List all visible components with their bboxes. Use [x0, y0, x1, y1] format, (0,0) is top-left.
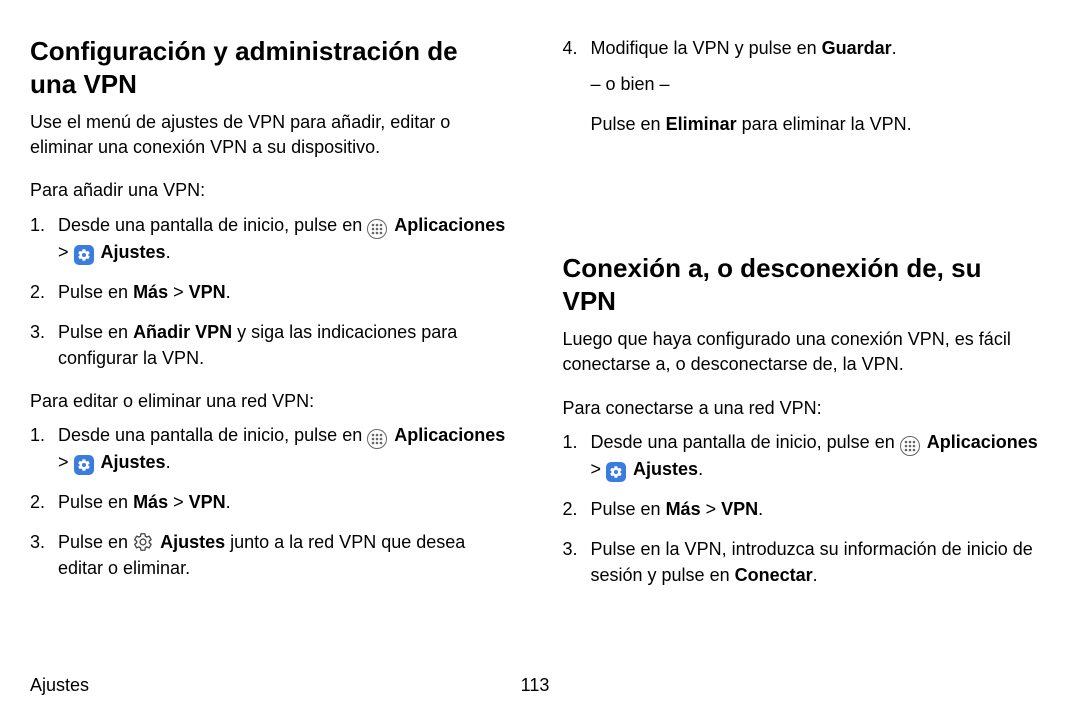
settings-icon — [74, 455, 94, 475]
delete-option: Pulse en Eliminar para eliminar la VPN. — [591, 111, 1041, 137]
left-column: Configuración y administración de una VP… — [30, 35, 508, 602]
page-footer: Ajustes 113 — [30, 675, 1040, 696]
list-item: Pulse en Más > VPN. — [30, 279, 508, 305]
list-item: Pulse en Más > VPN. — [30, 489, 508, 515]
apps-icon — [367, 429, 387, 449]
config-intro: Use el menú de ajustes de VPN para añadi… — [30, 110, 508, 160]
alt-option: – o bien – — [591, 71, 1041, 97]
list-item: Pulse en Añadir VPN y siga las indicacio… — [30, 319, 508, 371]
list-item: Desde una pantalla de inicio, pulse en A… — [30, 422, 508, 475]
settings-icon — [606, 462, 626, 482]
connect-intro: Luego que haya configurado una conexión … — [563, 327, 1041, 377]
gear-icon — [133, 532, 153, 552]
edit-vpn-intro: Para editar o eliminar una red VPN: — [30, 389, 508, 414]
connect-vpn-steps: Desde una pantalla de inicio, pulse en A… — [563, 429, 1041, 588]
list-item: Pulse en Más > VPN. — [563, 496, 1041, 522]
connect-steps-intro: Para conectarse a una red VPN: — [563, 396, 1041, 421]
add-vpn-steps: Desde una pantalla de inicio, pulse en A… — [30, 212, 508, 371]
right-column: Modifique la VPN y pulse en Guardar. – o… — [563, 35, 1041, 602]
list-item: Desde una pantalla de inicio, pulse en A… — [563, 429, 1041, 482]
heading-config-vpn: Configuración y administración de una VP… — [30, 35, 508, 100]
content-columns: Configuración y administración de una VP… — [30, 35, 1040, 602]
edit-vpn-steps-cont: Modifique la VPN y pulse en Guardar. – o… — [563, 35, 1041, 137]
edit-vpn-steps: Desde una pantalla de inicio, pulse en A… — [30, 422, 508, 581]
settings-icon — [74, 245, 94, 265]
list-item: Desde una pantalla de inicio, pulse en A… — [30, 212, 508, 265]
list-item: Pulse en Ajustes junto a la red VPN que … — [30, 529, 508, 581]
apps-icon — [900, 436, 920, 456]
footer-page-number: 113 — [521, 675, 550, 696]
heading-connect-vpn: Conexión a, o desconexión de, su VPN — [563, 252, 1041, 317]
apps-icon — [367, 219, 387, 239]
footer-section: Ajustes — [30, 675, 89, 695]
list-item: Pulse en la VPN, introduzca su informaci… — [563, 536, 1041, 588]
list-item: Modifique la VPN y pulse en Guardar. – o… — [563, 35, 1041, 137]
add-vpn-intro: Para añadir una VPN: — [30, 178, 508, 203]
